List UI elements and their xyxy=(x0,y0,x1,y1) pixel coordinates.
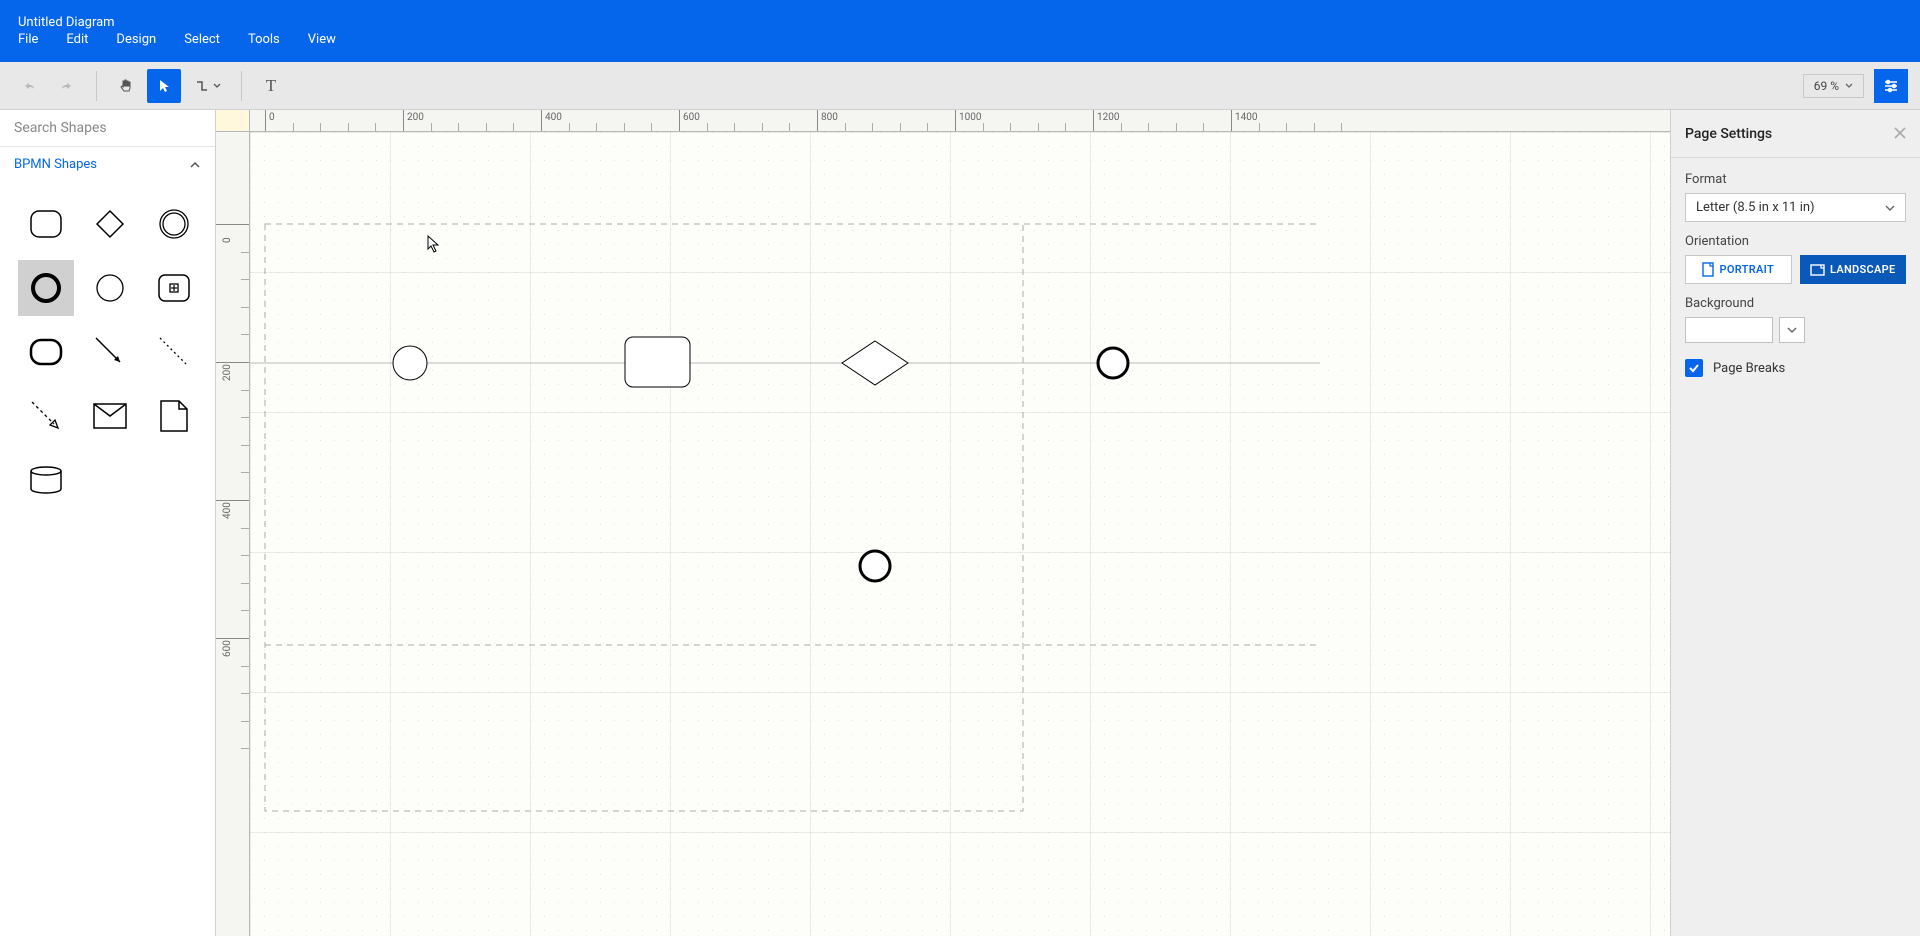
toolbar-divider xyxy=(96,71,97,101)
panel-header: Page Settings xyxy=(1671,110,1920,158)
shapes-panel: Search Shapes BPMN Shapes xyxy=(0,110,216,936)
shape-page[interactable] xyxy=(146,388,202,444)
zoom-selector[interactable]: 69 % xyxy=(1803,74,1864,98)
menu-edit[interactable]: Edit xyxy=(66,32,88,47)
shape-double-circle[interactable] xyxy=(146,196,202,252)
toolbar-divider xyxy=(241,71,242,101)
orientation-label: Orientation xyxy=(1685,234,1906,249)
toolbar: T 69 % xyxy=(0,62,1920,110)
page-settings-toggle-button[interactable] xyxy=(1874,69,1908,103)
canvas-shape-thick-circle[interactable] xyxy=(1098,348,1128,378)
chevron-down-icon xyxy=(213,82,221,90)
chevron-down-icon xyxy=(1845,82,1853,90)
orientation-landscape-button[interactable]: LANDSCAPE xyxy=(1800,255,1907,284)
redo-button[interactable] xyxy=(50,69,84,103)
pointer-icon xyxy=(156,78,172,94)
undo-icon xyxy=(21,78,37,94)
sliders-icon xyxy=(1882,77,1900,95)
shape-rounded-rect[interactable] xyxy=(18,196,74,252)
shape-category-label: BPMN Shapes xyxy=(14,157,97,172)
check-icon xyxy=(1688,362,1700,374)
format-select[interactable]: Letter (8.5 in x 11 in) xyxy=(1685,193,1906,222)
portrait-label: PORTRAIT xyxy=(1719,263,1774,276)
page-breaks-checkbox[interactable] xyxy=(1685,359,1703,377)
undo-button[interactable] xyxy=(12,69,46,103)
orientation-portrait-button[interactable]: PORTRAIT xyxy=(1685,255,1792,284)
text-icon: T xyxy=(266,76,276,96)
shape-arrow-dashed-open[interactable] xyxy=(18,388,74,444)
menu-select[interactable]: Select xyxy=(184,32,220,47)
canvas-shape-thick-circle-2[interactable] xyxy=(860,551,890,581)
background-label: Background xyxy=(1685,296,1906,311)
hand-icon xyxy=(118,78,134,94)
close-icon xyxy=(1894,127,1906,139)
menu-file[interactable]: File xyxy=(18,32,38,47)
shape-thick-circle[interactable] xyxy=(18,260,74,316)
canvas[interactable] xyxy=(250,132,1670,936)
chevron-up-icon xyxy=(189,159,201,171)
landscape-label: LANDSCAPE xyxy=(1830,263,1896,276)
canvas-shape-rounded-rect[interactable] xyxy=(625,337,690,387)
connector-icon xyxy=(194,78,210,94)
zoom-value: 69 % xyxy=(1814,79,1839,93)
background-color-picker-button[interactable] xyxy=(1779,317,1805,343)
shape-envelope[interactable] xyxy=(82,388,138,444)
menu-tools[interactable]: Tools xyxy=(248,32,280,47)
menu-view[interactable]: View xyxy=(308,32,336,47)
format-label: Format xyxy=(1685,172,1906,187)
pan-tool-button[interactable] xyxy=(109,69,143,103)
canvas-grid xyxy=(250,132,1670,936)
shape-arrow-dotted[interactable] xyxy=(146,324,202,380)
format-value: Letter (8.5 in x 11 in) xyxy=(1696,200,1815,215)
shape-arrow-solid[interactable] xyxy=(82,324,138,380)
connector-tool-button[interactable] xyxy=(185,69,229,103)
portrait-icon xyxy=(1702,262,1714,277)
search-shapes-input[interactable]: Search Shapes xyxy=(0,110,215,147)
close-panel-button[interactable] xyxy=(1894,124,1906,143)
landscape-icon xyxy=(1810,264,1825,276)
shape-cylinder[interactable] xyxy=(18,452,74,508)
background-color-swatch[interactable] xyxy=(1685,317,1773,343)
page-settings-panel: Page Settings Format Letter (8.5 in x 11… xyxy=(1670,110,1920,936)
shape-diamond[interactable] xyxy=(82,196,138,252)
page-breaks-label: Page Breaks xyxy=(1713,361,1785,376)
redo-icon xyxy=(59,78,75,94)
shape-rounded-rect-thick[interactable] xyxy=(18,324,74,380)
document-title[interactable]: Untitled Diagram xyxy=(18,7,1902,32)
ruler-corner xyxy=(216,110,250,132)
menu-design[interactable]: Design xyxy=(116,32,156,47)
shape-palette xyxy=(0,182,215,522)
ruler-vertical[interactable]: 0200400600 xyxy=(216,132,250,936)
canvas-area: 0200400600800100012001400 0200400600 xyxy=(216,110,1670,936)
shape-rounded-rect-plus[interactable] xyxy=(146,260,202,316)
menu-bar: File Edit Design Select Tools View xyxy=(18,32,1902,55)
pointer-tool-button[interactable] xyxy=(147,69,181,103)
panel-title: Page Settings xyxy=(1685,126,1772,142)
ruler-horizontal[interactable]: 0200400600800100012001400 xyxy=(250,110,1670,132)
chevron-down-icon xyxy=(1787,325,1797,335)
shape-circle[interactable] xyxy=(82,260,138,316)
app-header: Untitled Diagram File Edit Design Select… xyxy=(0,0,1920,62)
text-tool-button[interactable]: T xyxy=(254,69,288,103)
canvas-shape-circle[interactable] xyxy=(393,346,427,380)
shape-category-header[interactable]: BPMN Shapes xyxy=(0,147,215,182)
chevron-down-icon xyxy=(1885,203,1895,213)
